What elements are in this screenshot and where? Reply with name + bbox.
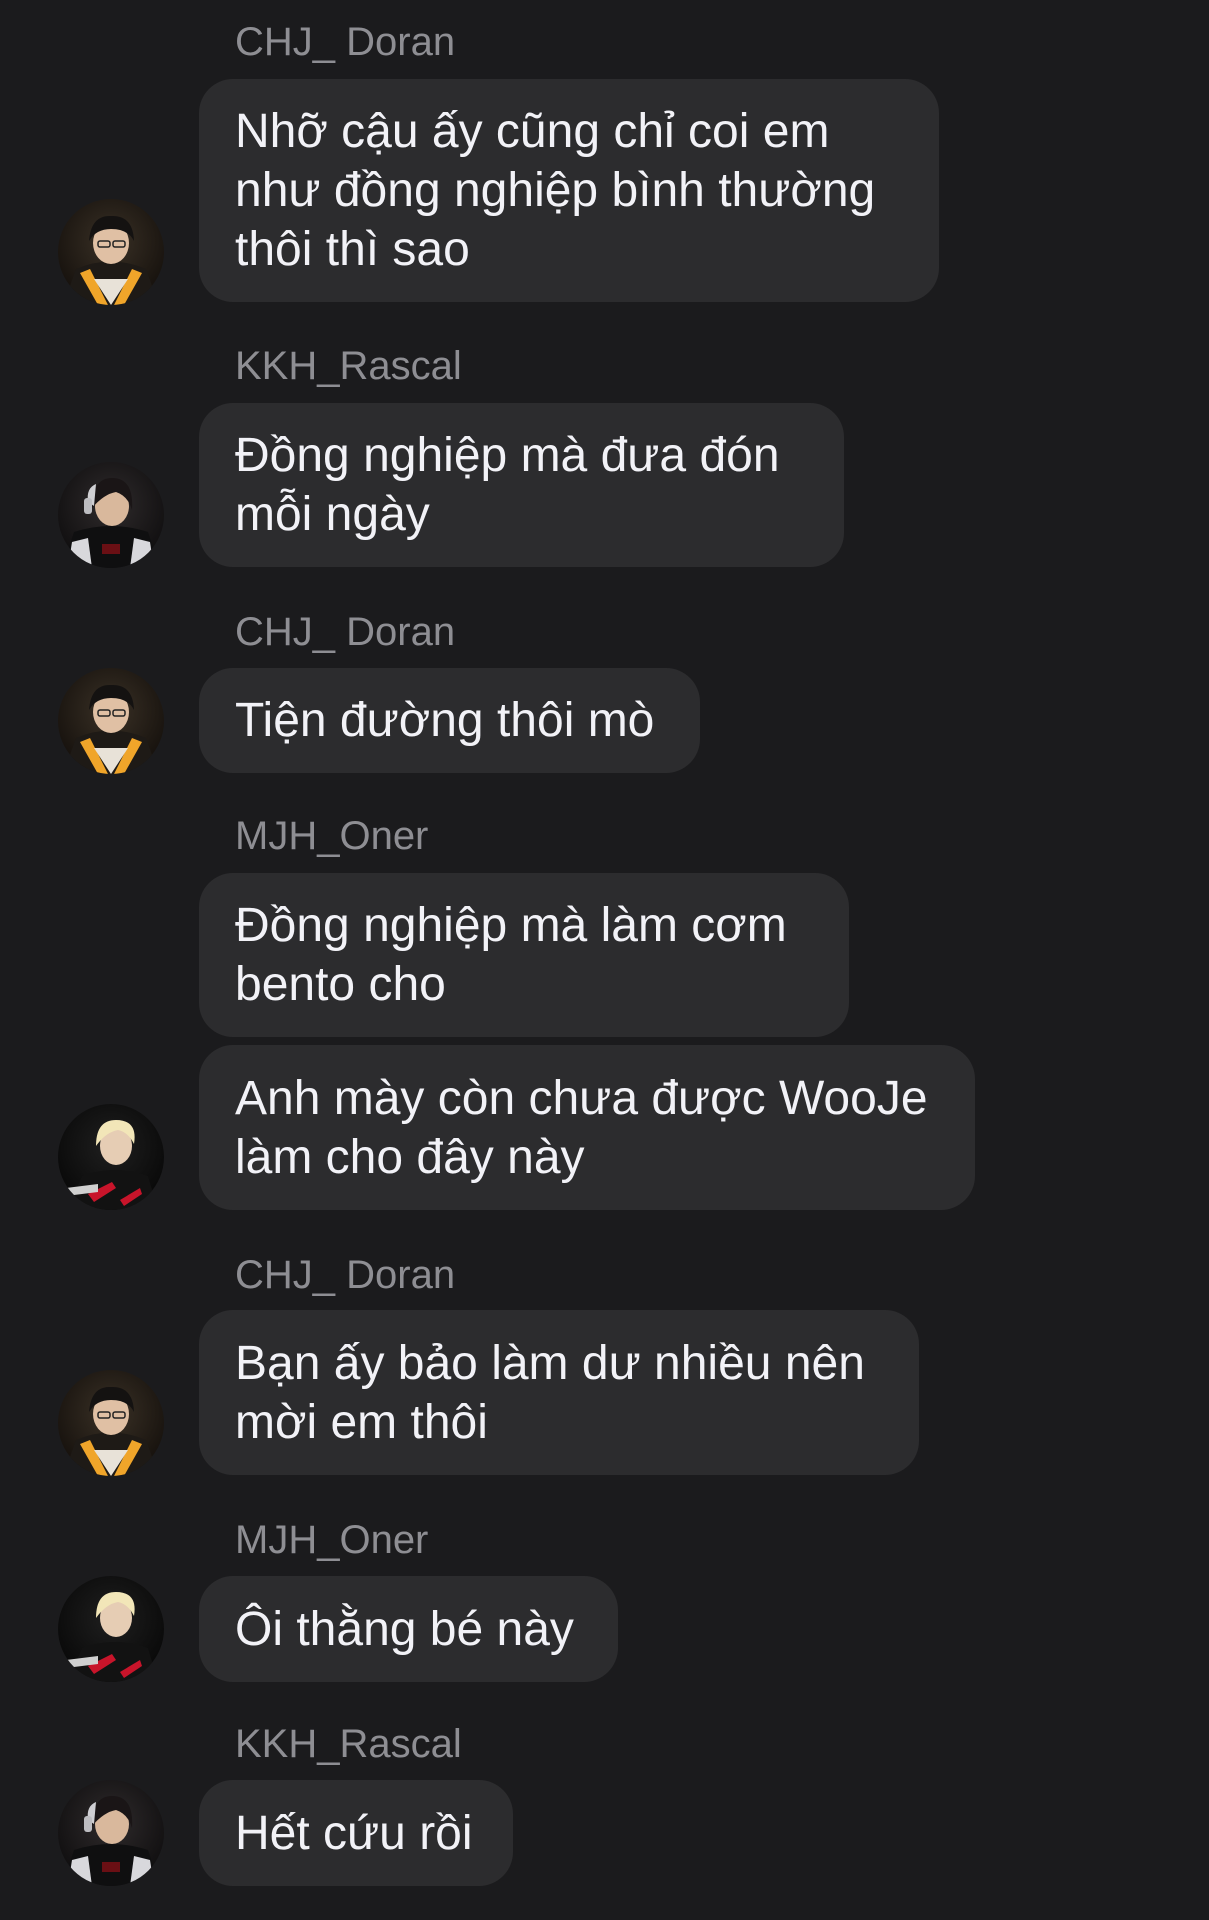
avatar-doran-photo-icon [58, 1370, 164, 1476]
message-bubble[interactable]: Tiện đường thôi mò [199, 668, 700, 773]
message-line: làm cho đây này [235, 1130, 585, 1184]
message-bubble[interactable]: Đồng nghiệp mà làm cơm bento cho [199, 873, 849, 1037]
avatar-oner-photo-icon [58, 1576, 164, 1682]
message-line: Anh mày còn chưa được WooJe [235, 1071, 928, 1125]
sender-name: KKH_Rascal [235, 344, 462, 388]
message-line: mỗi ngày [235, 488, 430, 541]
message-line: Nhỡ cậu ấy cũng chỉ coi em [235, 105, 830, 158]
message-line: Đồng nghiệp mà đưa đón [235, 429, 780, 482]
chat-thread: CHJ_ Doran Nhỡ cậu ấy cũng chỉ coi em nh… [0, 0, 1209, 1920]
message-bubble[interactable]: Anh mày còn chưa được WooJe làm cho đây … [199, 1045, 975, 1210]
sender-name: MJH_Oner [235, 814, 429, 858]
avatar-rascal[interactable] [58, 462, 164, 568]
message-line: Bạn ấy bảo làm dư nhiều nên [235, 1336, 865, 1390]
message-line: thôi thì sao [235, 223, 470, 276]
avatar-oner[interactable] [58, 1104, 164, 1210]
message-bubble[interactable]: Đồng nghiệp mà đưa đón mỗi ngày [199, 403, 844, 567]
avatar-rascal-photo-icon [58, 1780, 164, 1886]
avatar-oner[interactable] [58, 1576, 164, 1682]
message-line: như đồng nghiệp bình thường [235, 164, 876, 217]
sender-name: KKH_Rascal [235, 1722, 462, 1766]
sender-name: CHJ_ Doran [235, 20, 456, 64]
message-line: Hết cứu rồi [235, 1806, 473, 1860]
message-line: bento cho [235, 958, 446, 1011]
avatar-doran-photo-icon [58, 668, 164, 774]
message-bubble[interactable]: Hết cứu rồi [199, 1780, 513, 1886]
sender-name: CHJ_ Doran [235, 1253, 456, 1297]
sender-name: MJH_Oner [235, 1518, 429, 1562]
message-bubble[interactable]: Bạn ấy bảo làm dư nhiều nên mời em thôi [199, 1310, 919, 1475]
message-bubble[interactable]: Ôi thằng bé này [199, 1576, 618, 1682]
avatar-doran[interactable] [58, 1370, 164, 1476]
avatar-rascal-photo-icon [58, 462, 164, 568]
message-line: Tiện đường thôi mò [235, 694, 655, 747]
message-line: Ôi thằng bé này [235, 1602, 574, 1656]
message-line: mời em thôi [235, 1395, 488, 1449]
avatar-doran[interactable] [58, 199, 164, 305]
message-bubble[interactable]: Nhỡ cậu ấy cũng chỉ coi em như đồng nghi… [199, 79, 939, 302]
message-line: Đồng nghiệp mà làm cơm [235, 899, 787, 952]
avatar-oner-photo-icon [58, 1104, 164, 1210]
avatar-rascal[interactable] [58, 1780, 164, 1886]
avatar-doran[interactable] [58, 668, 164, 774]
avatar-doran-photo-icon [58, 199, 164, 305]
sender-name: CHJ_ Doran [235, 610, 456, 654]
